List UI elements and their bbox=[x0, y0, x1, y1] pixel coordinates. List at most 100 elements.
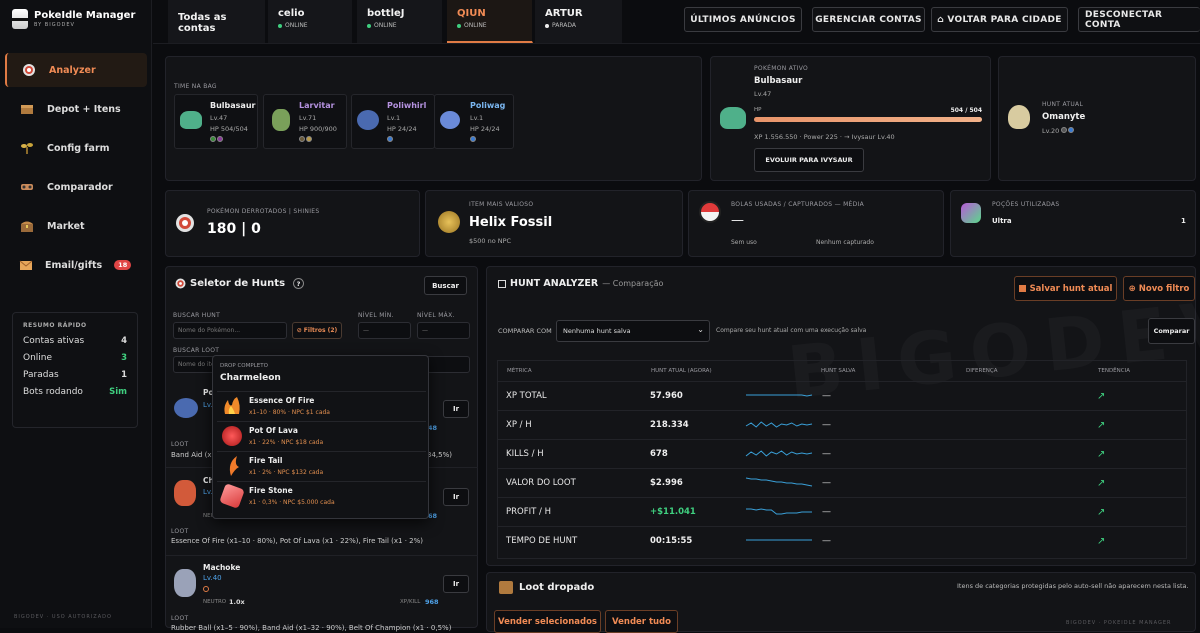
loot-list: Essence Of Fire (x1–10 · 80%), Pot Of La… bbox=[171, 537, 423, 545]
sell-selected-button[interactable]: Vender selecionados bbox=[494, 610, 601, 633]
pokemon-hp: HP 900/900 bbox=[299, 125, 337, 133]
status-text: ONLINE bbox=[285, 22, 308, 29]
potion-name: Ultra bbox=[992, 217, 1012, 225]
potion-count: 1 bbox=[1181, 217, 1186, 225]
metric-saved: — bbox=[822, 536, 831, 546]
trend-arrow-icon: ↗ bbox=[1097, 448, 1106, 460]
selector-title-text: Seletor de Hunts bbox=[190, 278, 286, 289]
hunt-row[interactable]: Machoke Lv.40 NEUTRO 1.0x XP/KILL 968 Ir… bbox=[166, 557, 478, 632]
fire-stone-icon bbox=[219, 483, 245, 509]
account-name: Todas as contas bbox=[178, 12, 227, 34]
potion-icon bbox=[961, 203, 981, 223]
notification-badge: 18 bbox=[114, 260, 132, 270]
pokemon-name: Poliwhirl bbox=[387, 101, 427, 110]
latest-announcements-button[interactable]: ÚLTIMOS ANÚNCIOS bbox=[684, 7, 802, 32]
charmeleon-icon bbox=[174, 480, 196, 506]
drop-item: Pot Of Lava x1 · 22% · NPC $18 cada bbox=[217, 421, 426, 450]
type-badges bbox=[470, 136, 477, 144]
drop-item: Fire Tail x1 · 2% · NPC $132 cada bbox=[217, 451, 426, 480]
team-card-larvitar[interactable]: Larvitar Lv.71 HP 900/900 bbox=[263, 94, 347, 149]
sidebar-footer: BIGODEV · USO AUTORIZADO bbox=[14, 614, 112, 620]
min-level-label: NÍVEL MÍN. bbox=[358, 312, 394, 319]
status-dot-icon bbox=[278, 23, 282, 28]
hunt-name: Omanyte bbox=[1042, 112, 1086, 122]
loot-label: LOOT bbox=[171, 528, 189, 535]
col-trend: TENDÊNCIA bbox=[1098, 368, 1130, 374]
plus-icon: ⊕ bbox=[1128, 283, 1136, 294]
min-level-input[interactable]: — bbox=[358, 322, 411, 339]
save-hunt-button[interactable]: Salvar hunt atual bbox=[1014, 276, 1117, 301]
max-level-input[interactable]: — bbox=[417, 322, 470, 339]
save-icon bbox=[1018, 285, 1026, 292]
hp-bar bbox=[754, 117, 982, 122]
status-dot-icon bbox=[545, 23, 549, 28]
tab-account-artur[interactable]: ARTUR PARADA bbox=[535, 0, 623, 43]
tab-all-accounts[interactable]: Todas as contas bbox=[168, 0, 266, 43]
back-to-city-button[interactable]: ⌂ VOLTAR PARA CIDADE bbox=[931, 7, 1068, 32]
xp-info: XP 1.556.550 · Power 225 · → Ivysaur Lv.… bbox=[754, 133, 895, 141]
balls-used: Sem uso bbox=[731, 239, 757, 246]
go-button[interactable]: Ir bbox=[443, 400, 469, 418]
loot-label: LOOT bbox=[171, 615, 189, 622]
tab-account-qiun[interactable]: QIUN ONLINE bbox=[447, 0, 533, 43]
sidebar-item-depot[interactable]: Depot + Itens bbox=[5, 92, 147, 126]
tab-account-bottlej[interactable]: bottleJ ONLINE bbox=[357, 0, 443, 43]
manage-accounts-button[interactable]: GERENCIAR CONTAS bbox=[812, 7, 925, 32]
team-card-poliwhirl[interactable]: Poliwhirl Lv.1 HP 24/24 bbox=[351, 94, 435, 149]
compare-selected-value: Nenhuma hunt salva bbox=[563, 327, 631, 335]
grass-type-icon bbox=[210, 136, 216, 142]
sidebar-item-comparador[interactable]: Comparador bbox=[5, 170, 147, 204]
poison-type-icon bbox=[217, 136, 223, 142]
brand[interactable]: PokeIdle Manager BY BIGODEV bbox=[12, 9, 135, 29]
team-card-bulbasaur[interactable]: Bulbasaur Lv.47 HP 504/504 bbox=[174, 94, 258, 149]
sell-all-button[interactable]: Vender tudo bbox=[605, 610, 678, 633]
go-button[interactable]: Ir bbox=[443, 575, 469, 593]
chest-icon bbox=[19, 218, 35, 234]
drop-label: DROP COMPLETO bbox=[220, 363, 268, 369]
pokemon-name: Bulbasaur bbox=[210, 101, 256, 110]
drop-popover: DROP COMPLETO Charmeleon Essence Of Fire… bbox=[212, 355, 429, 519]
pokeball-icon bbox=[699, 201, 721, 223]
bulbasaur-icon bbox=[180, 111, 202, 129]
compare-select[interactable]: Nenhuma hunt salva ⌄ bbox=[556, 320, 710, 342]
filters-button[interactable]: ⊘ Filtros (2) bbox=[292, 322, 342, 339]
go-button[interactable]: Ir bbox=[443, 488, 469, 506]
pokemon-name: Poliwag bbox=[470, 101, 506, 110]
trend-arrow-icon: ↗ bbox=[1097, 477, 1106, 489]
rock-type-icon bbox=[299, 136, 305, 142]
help-icon[interactable]: ? bbox=[293, 278, 305, 289]
disconnect-account-button[interactable]: DESCONECTAR CONTA bbox=[1078, 7, 1200, 32]
sparkline bbox=[746, 508, 812, 515]
account-status: ONLINE bbox=[278, 22, 342, 29]
metric-row: PROFIT / H +$11.041 — ↗ bbox=[497, 497, 1187, 526]
metric-saved: — bbox=[822, 507, 831, 517]
sidebar-item-label: Market bbox=[47, 220, 85, 232]
sidebar-item-config-farm[interactable]: Config farm bbox=[5, 131, 147, 165]
drop-item-name: Essence Of Fire bbox=[249, 396, 315, 405]
trend-arrow-icon: ↗ bbox=[1097, 535, 1106, 547]
compare-button[interactable]: Comparar bbox=[1148, 318, 1195, 344]
water-type-icon bbox=[470, 136, 476, 142]
evolve-button[interactable]: EVOLUIR PARA IVYSAUR bbox=[754, 148, 864, 172]
status-text: ONLINE bbox=[374, 22, 397, 29]
team-card-poliwag[interactable]: Poliwag Lv.1 HP 24/24 bbox=[434, 94, 514, 149]
ground-type-icon bbox=[306, 136, 312, 142]
tab-account-celio[interactable]: celio ONLINE bbox=[268, 0, 353, 43]
type-badges bbox=[299, 136, 313, 144]
pokemon-hp: HP 504/504 bbox=[210, 125, 248, 133]
new-filter-button[interactable]: ⊕ Novo filtro bbox=[1123, 276, 1195, 301]
active-pokemon-panel: POKÉMON ATIVO Bulbasaur Lv.47 HP 504 / 5… bbox=[710, 56, 991, 181]
analyzer-subtitle: — Comparação bbox=[602, 279, 664, 288]
hunt-search-input[interactable]: Nome do Pokémon... bbox=[173, 322, 287, 339]
sidebar-item-analyzer[interactable]: Analyzer bbox=[5, 53, 147, 87]
quick-summary: RESUMO RÁPIDO Contas ativas 4 Online 3 Par… bbox=[12, 312, 138, 428]
sidebar-item-email-gifts[interactable]: Email/gifts 18 bbox=[5, 248, 147, 282]
hunt-level-text: Lv.20 bbox=[1042, 127, 1060, 135]
neutral-value: 1.0x bbox=[229, 598, 245, 606]
sparkline-line bbox=[746, 508, 812, 515]
hunt-label: HUNT ATUAL bbox=[1042, 101, 1084, 108]
defeated-value: 180 | 0 bbox=[207, 221, 261, 237]
loot-hint: Itens de categorias protegidas pelo auto… bbox=[957, 582, 1189, 590]
sidebar-item-market[interactable]: Market bbox=[5, 209, 147, 243]
search-button[interactable]: Buscar bbox=[424, 276, 467, 295]
